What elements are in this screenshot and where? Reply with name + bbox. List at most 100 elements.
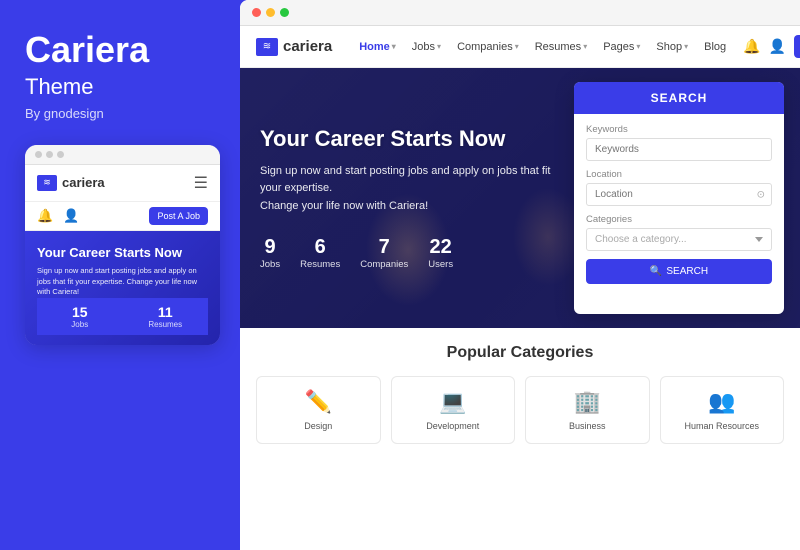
location-label: Location [586, 169, 772, 180]
keywords-input[interactable] [586, 138, 772, 161]
search-body: Keywords Location ⊙ Categories Choose a … [574, 114, 784, 294]
hero-subtitle: Sign up now and start posting jobs and a… [260, 163, 554, 216]
mobile-resumes-num: 11 [127, 304, 205, 320]
chevron-down-icon: ▾ [515, 42, 519, 51]
category-card-business[interactable]: 🏢 Business [525, 376, 650, 444]
business-label: Business [534, 421, 641, 431]
mobile-hamburger-icon[interactable]: ☰ [194, 173, 208, 193]
hero-companies-label: Companies [360, 259, 408, 270]
dot-2 [46, 151, 53, 158]
mobile-logo: cariera [37, 175, 105, 191]
mobile-hero-content: Your Career Starts Now Sign up now and s… [37, 245, 208, 298]
mobile-hero-subtitle: Sign up now and start posting jobs and a… [37, 266, 208, 298]
hero-stat-companies: 7 Companies [360, 236, 408, 270]
browser-chrome [240, 0, 800, 26]
category-card-design[interactable]: ✏️ Design [256, 376, 381, 444]
search-panel: SEARCH Keywords Location ⊙ Categories [574, 82, 784, 314]
search-button[interactable]: 🔍 SEARCH [586, 259, 772, 284]
chevron-down-icon: ▾ [583, 42, 587, 51]
nav-link-shop[interactable]: Shop ▾ [649, 37, 695, 57]
nav-links: Home ▾ Jobs ▾ Companies ▾ Resumes ▾ Page… [352, 37, 733, 57]
nav-link-home[interactable]: Home ▾ [352, 37, 403, 57]
design-label: Design [265, 421, 372, 431]
hr-label: Human Resources [669, 421, 776, 431]
mobile-resumes-label: Resumes [127, 320, 205, 329]
design-icon: ✏️ [265, 389, 372, 415]
nav-link-blog[interactable]: Blog [697, 37, 733, 57]
dot-1 [35, 151, 42, 158]
hero-stat-resumes: 6 Resumes [300, 236, 340, 270]
chevron-down-icon: ▾ [636, 42, 640, 51]
hero-section: Your Career Starts Now Sign up now and s… [240, 68, 800, 328]
brand-title: Cariera [25, 30, 215, 70]
nav-link-resumes[interactable]: Resumes ▾ [528, 37, 594, 57]
brand-by: By gnodesign [25, 106, 215, 121]
mobile-nav-icons-row: 🔔 👤 Post A Job [25, 202, 220, 231]
hero-stats: 9 Jobs 6 Resumes 7 Companies 22 Users [260, 236, 453, 270]
dot-3 [57, 151, 64, 158]
mobile-preview: cariera ☰ 🔔 👤 Post A Job Your Career Sta… [25, 145, 220, 345]
search-header: SEARCH [574, 82, 784, 114]
browser-dot-yellow [266, 8, 275, 17]
mobile-stat-resumes: 11 Resumes [123, 298, 209, 335]
nav-link-jobs[interactable]: Jobs ▾ [405, 37, 448, 57]
browser-dot-green [280, 8, 289, 17]
mobile-nav: cariera ☰ [25, 165, 220, 202]
mobile-bell-icon: 🔔 [37, 208, 53, 224]
chevron-down-icon: ▾ [392, 42, 396, 51]
bell-icon[interactable]: 🔔 [743, 38, 760, 55]
site-logo: cariera [256, 38, 332, 56]
right-panel: cariera Home ▾ Jobs ▾ Companies ▾ Resume… [240, 0, 800, 550]
mobile-browser-bar [25, 145, 220, 165]
location-input[interactable] [586, 183, 772, 206]
hero-resumes-label: Resumes [300, 259, 340, 270]
development-icon: 💻 [400, 389, 507, 415]
hero-resumes-num: 6 [300, 236, 340, 259]
hero-users-label: Users [428, 259, 453, 270]
hr-icon: 👥 [669, 389, 776, 415]
mobile-post-job-button[interactable]: Post A Job [149, 207, 208, 225]
category-card-development[interactable]: 💻 Development [391, 376, 516, 444]
site-navbar: cariera Home ▾ Jobs ▾ Companies ▾ Resume… [240, 26, 800, 68]
search-btn-label: SEARCH [666, 266, 708, 277]
categories-section: Popular Categories ✏️ Design 💻 Developme… [240, 328, 800, 550]
categories-title: Popular Categories [256, 344, 784, 362]
hero-content: Your Career Starts Now Sign up now and s… [240, 68, 574, 328]
mobile-stat-jobs: 15 Jobs [37, 298, 123, 335]
chevron-down-icon: ▾ [437, 42, 441, 51]
categories-label: Categories [586, 214, 772, 225]
mobile-hero: Your Career Starts Now Sign up now and s… [25, 231, 220, 345]
hero-stat-users: 22 Users [428, 236, 453, 270]
hero-companies-num: 7 [360, 236, 408, 259]
hero-title: Your Career Starts Now [260, 126, 505, 152]
mobile-jobs-label: Jobs [41, 320, 119, 329]
mobile-logo-text: cariera [62, 175, 105, 190]
categories-grid: ✏️ Design 💻 Development 🏢 Business 👥 Hum… [256, 376, 784, 444]
mobile-jobs-num: 15 [41, 304, 119, 320]
hero-jobs-label: Jobs [260, 259, 280, 270]
category-card-hr[interactable]: 👥 Human Resources [660, 376, 785, 444]
location-gps-icon: ⊙ [757, 189, 765, 200]
location-field-group: Location ⊙ [586, 169, 772, 206]
site-logo-text: cariera [283, 38, 332, 55]
browser-dot-red [252, 8, 261, 17]
development-label: Development [400, 421, 507, 431]
hero-jobs-num: 9 [260, 236, 280, 259]
keywords-field-group: Keywords [586, 124, 772, 161]
post-job-button[interactable]: Post A Job ⊕ [794, 35, 800, 58]
mobile-user-icon: 👤 [63, 208, 79, 224]
keywords-label: Keywords [586, 124, 772, 135]
site-logo-icon [256, 38, 278, 56]
nav-link-companies[interactable]: Companies ▾ [450, 37, 526, 57]
mobile-hero-title: Your Career Starts Now [37, 245, 208, 262]
hero-stat-jobs: 9 Jobs [260, 236, 280, 270]
hero-users-num: 22 [428, 236, 453, 259]
nav-link-pages[interactable]: Pages ▾ [596, 37, 647, 57]
user-icon[interactable]: 👤 [769, 38, 786, 55]
left-panel: Cariera Theme By gnodesign cariera ☰ 🔔 👤… [0, 0, 240, 550]
chevron-down-icon: ▾ [684, 42, 688, 51]
categories-select[interactable]: Choose a category... [586, 228, 772, 251]
mobile-stats: 15 Jobs 11 Resumes [37, 298, 208, 335]
search-icon: 🔍 [650, 266, 662, 277]
mobile-logo-icon [37, 175, 57, 191]
